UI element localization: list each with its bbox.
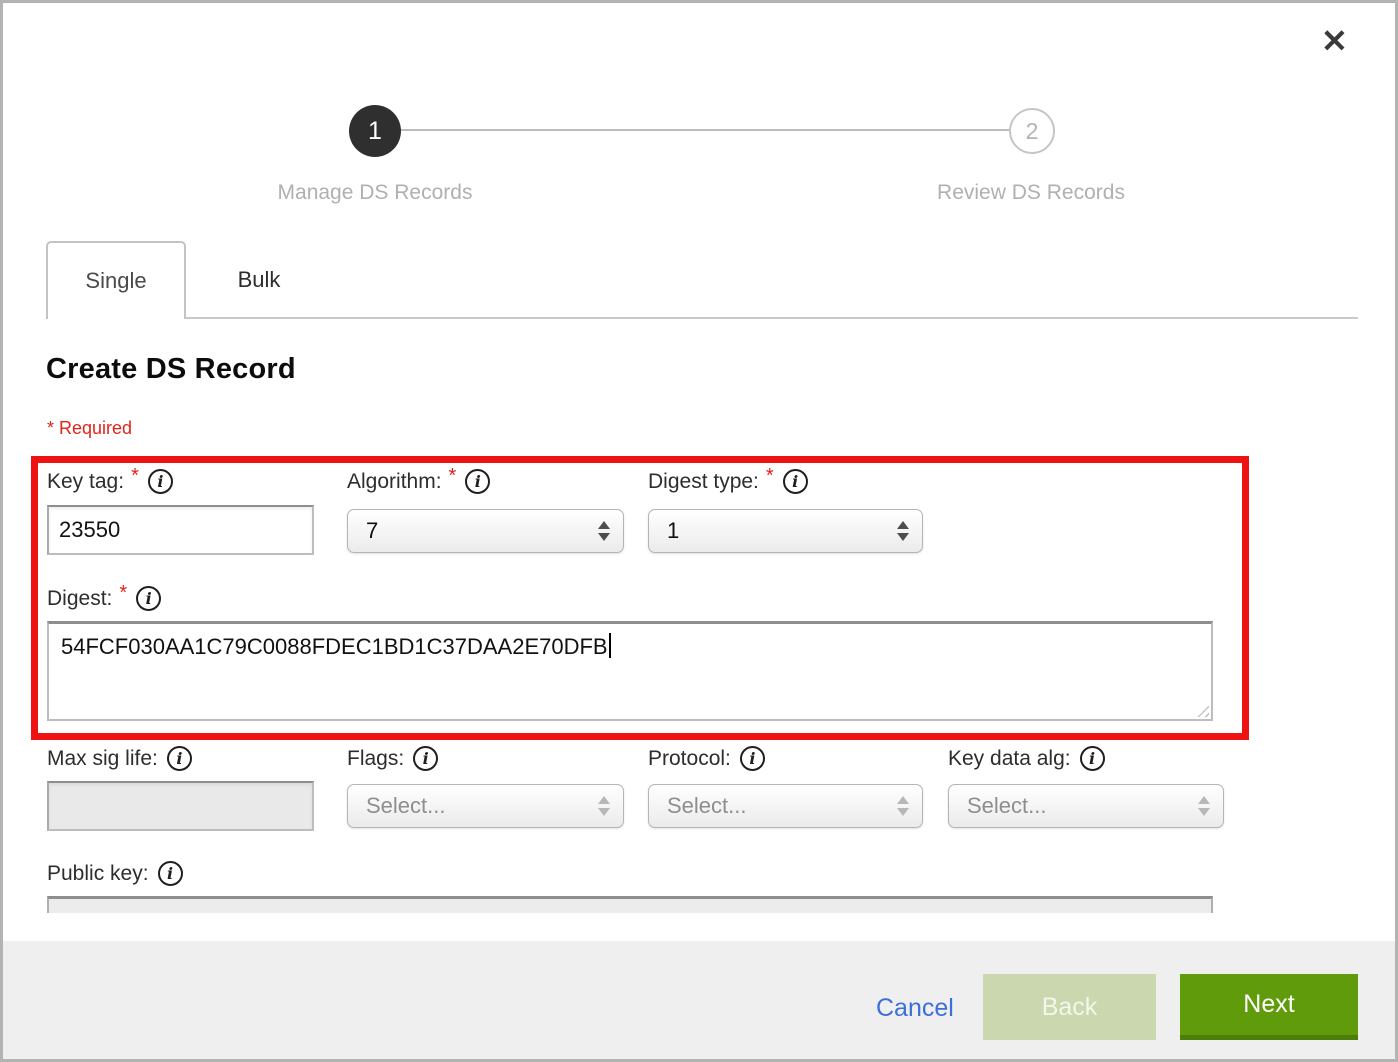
- step-2-label: Review DS Records: [861, 181, 1201, 205]
- cancel-button[interactable]: Cancel: [876, 994, 954, 1023]
- digest-textarea[interactable]: 54FCF030AA1C79C0088FDEC1BD1C37DAA2E70DFB: [47, 621, 1213, 721]
- algorithm-select-value: 7: [366, 518, 598, 544]
- digest-required-asterisk: *: [119, 582, 127, 605]
- digest-type-required-asterisk: *: [766, 465, 774, 488]
- flags-select-value: Select...: [366, 793, 598, 819]
- select-arrows-icon: [897, 521, 909, 541]
- key-tag-label: Key tag: * i: [47, 469, 173, 494]
- protocol-select-value: Select...: [667, 793, 897, 819]
- key-data-alg-label-text: Key data alg:: [948, 747, 1071, 771]
- required-note: * Required: [47, 418, 132, 439]
- algorithm-label-text: Algorithm:: [347, 470, 442, 494]
- tab-bulk[interactable]: Bulk: [186, 243, 332, 317]
- algorithm-select[interactable]: 7: [347, 509, 624, 553]
- algorithm-label: Algorithm: * i: [347, 469, 490, 494]
- back-button[interactable]: Back: [983, 974, 1156, 1040]
- flags-select[interactable]: Select...: [347, 784, 624, 828]
- resize-handle-icon[interactable]: [1192, 700, 1209, 717]
- step-1-label: Manage DS Records: [205, 181, 545, 205]
- public-key-label: Public key: i: [47, 861, 183, 886]
- key-data-alg-label: Key data alg: i: [948, 746, 1105, 771]
- key-tag-input[interactable]: [47, 505, 314, 555]
- select-arrows-icon: [897, 796, 909, 816]
- public-key-textarea[interactable]: [47, 896, 1213, 913]
- max-sig-life-label: Max sig life: i: [47, 746, 192, 771]
- select-arrows-icon: [598, 796, 610, 816]
- protocol-select[interactable]: Select...: [648, 784, 923, 828]
- info-icon[interactable]: i: [783, 469, 808, 494]
- stepper-connector-line: [399, 129, 1013, 131]
- info-icon[interactable]: i: [740, 746, 765, 771]
- next-button[interactable]: Next: [1180, 974, 1358, 1040]
- info-icon[interactable]: i: [136, 586, 161, 611]
- info-icon[interactable]: i: [158, 861, 183, 886]
- digest-type-label: Digest type: * i: [648, 469, 808, 494]
- info-icon[interactable]: i: [1080, 746, 1105, 771]
- max-sig-life-label-text: Max sig life:: [47, 747, 158, 771]
- tab-single[interactable]: Single: [46, 241, 186, 319]
- info-icon[interactable]: i: [413, 746, 438, 771]
- tabs-divider-line: [46, 317, 1358, 319]
- select-arrows-icon: [1198, 796, 1210, 816]
- public-key-label-text: Public key:: [47, 862, 149, 886]
- step-2-circle: 2: [1009, 108, 1055, 154]
- max-sig-life-input[interactable]: [47, 781, 314, 831]
- close-icon[interactable]: ✕: [1321, 25, 1348, 57]
- info-icon[interactable]: i: [167, 746, 192, 771]
- info-icon[interactable]: i: [465, 469, 490, 494]
- key-tag-required-asterisk: *: [131, 465, 139, 488]
- create-ds-record-modal: ✕ 1 2 Manage DS Records Review DS Record…: [0, 0, 1398, 1062]
- select-arrows-icon: [598, 521, 610, 541]
- digest-type-label-text: Digest type:: [648, 470, 759, 494]
- flags-label: Flags: i: [347, 746, 438, 771]
- key-data-alg-select-value: Select...: [967, 793, 1198, 819]
- digest-type-select-value: 1: [667, 518, 897, 544]
- key-data-alg-select[interactable]: Select...: [948, 784, 1224, 828]
- algorithm-required-asterisk: *: [449, 465, 457, 488]
- info-icon[interactable]: i: [148, 469, 173, 494]
- key-tag-label-text: Key tag:: [47, 470, 124, 494]
- digest-type-select[interactable]: 1: [648, 509, 923, 553]
- text-cursor: [609, 633, 611, 658]
- digest-label: Digest: * i: [47, 586, 161, 611]
- flags-label-text: Flags:: [347, 747, 404, 771]
- digest-value: 54FCF030AA1C79C0088FDEC1BD1C37DAA2E70DFB: [61, 634, 608, 659]
- protocol-label-text: Protocol:: [648, 747, 731, 771]
- digest-label-text: Digest:: [47, 587, 112, 611]
- protocol-label: Protocol: i: [648, 746, 765, 771]
- page-title: Create DS Record: [46, 353, 296, 386]
- step-1-circle: 1: [349, 105, 401, 157]
